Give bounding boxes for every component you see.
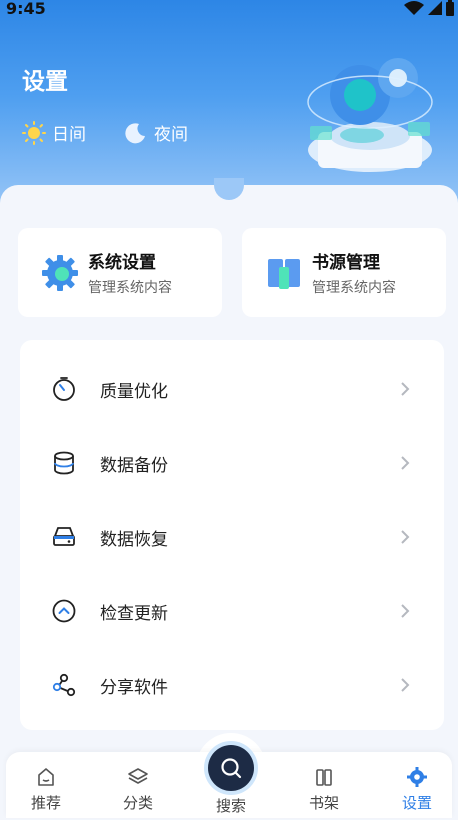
nav-recommend[interactable]: 推荐 — [11, 766, 81, 813]
chevron-right-icon — [401, 678, 410, 692]
night-mode-button[interactable]: 夜间 — [124, 120, 188, 145]
menu-label: 质量优化 — [100, 381, 168, 402]
status-bar: 9:45 — [0, 0, 458, 18]
battery-icon — [446, 0, 454, 16]
nav-label: 设置 — [401, 794, 432, 812]
settings-icon — [407, 767, 427, 787]
day-mode-label: 日间 — [52, 125, 86, 145]
chevron-right-icon — [401, 530, 410, 544]
menu-label: 分享软件 — [100, 677, 168, 698]
timer-icon — [53, 377, 75, 401]
nav-search-label[interactable]: 搜索 — [196, 795, 266, 816]
nav-label: 分类 — [122, 794, 153, 812]
status-time: 9:45 — [6, 0, 46, 18]
theme-mode-row: 日间 夜间 — [22, 120, 188, 145]
nav-label: 书架 — [308, 794, 339, 812]
chevron-right-icon — [401, 604, 410, 618]
gear-icon — [42, 254, 78, 291]
chevron-right-icon — [401, 456, 410, 470]
signal-icon — [428, 1, 442, 15]
database-icon — [54, 451, 74, 475]
chevron-up-circle-icon — [52, 599, 76, 623]
search-button[interactable] — [208, 745, 254, 791]
page-title: 设置 — [22, 69, 68, 95]
source-management-card[interactable]: 书源管理 管理系统内容 — [242, 228, 446, 317]
home-icon — [38, 768, 54, 786]
nav-bookshelf[interactable]: 书架 — [289, 766, 359, 813]
layers-icon — [128, 768, 148, 784]
system-settings-subtitle: 管理系统内容 — [88, 280, 172, 296]
day-mode-button[interactable]: 日间 — [22, 120, 86, 145]
menu-label: 检查更新 — [100, 603, 168, 624]
menu-item-restore[interactable]: 数据恢复 — [20, 500, 444, 574]
share-icon — [52, 673, 76, 697]
bookshelf-icon — [316, 769, 332, 786]
quick-card-row: 系统设置 管理系统内容 书源管理 管理系统内容 — [18, 228, 446, 317]
system-settings-title: 系统设置 — [88, 253, 156, 273]
menu-item-backup[interactable]: 数据备份 — [20, 426, 444, 500]
source-management-title: 书源管理 — [312, 253, 380, 273]
book-icon — [268, 258, 300, 289]
search-icon — [221, 758, 242, 779]
drive-icon — [53, 527, 75, 546]
wifi-icon — [404, 1, 424, 15]
menu-label: 数据备份 — [100, 455, 168, 476]
nav-category[interactable]: 分类 — [103, 766, 173, 813]
night-mode-label: 夜间 — [154, 125, 188, 145]
menu-item-update[interactable]: 检查更新 — [20, 574, 444, 648]
nav-settings[interactable]: 设置 — [382, 766, 452, 813]
system-settings-card[interactable]: 系统设置 管理系统内容 — [18, 228, 222, 317]
menu-item-share[interactable]: 分享软件 — [20, 648, 444, 722]
moon-icon — [125, 122, 145, 143]
source-management-subtitle: 管理系统内容 — [312, 280, 396, 296]
menu-label: 数据恢复 — [100, 529, 168, 550]
nav-label: 推荐 — [30, 794, 61, 812]
settings-menu: 质量优化 数据备份 数据恢复 检查更新 分享软件 — [20, 340, 444, 730]
sun-icon — [22, 120, 46, 145]
menu-item-quality[interactable]: 质量优化 — [20, 352, 444, 426]
chevron-right-icon — [401, 382, 410, 396]
gear-illustration-icon — [307, 58, 433, 172]
